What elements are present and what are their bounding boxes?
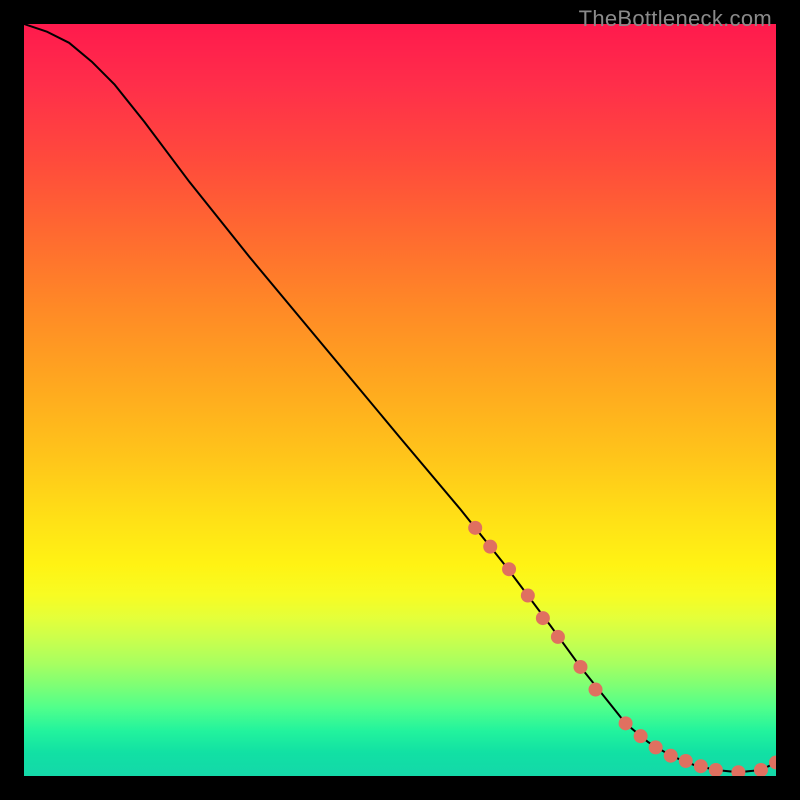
chart-frame: TheBottleneck.com	[0, 0, 800, 800]
watermark-text: TheBottleneck.com	[579, 6, 772, 32]
plot-gradient-background	[24, 24, 776, 776]
